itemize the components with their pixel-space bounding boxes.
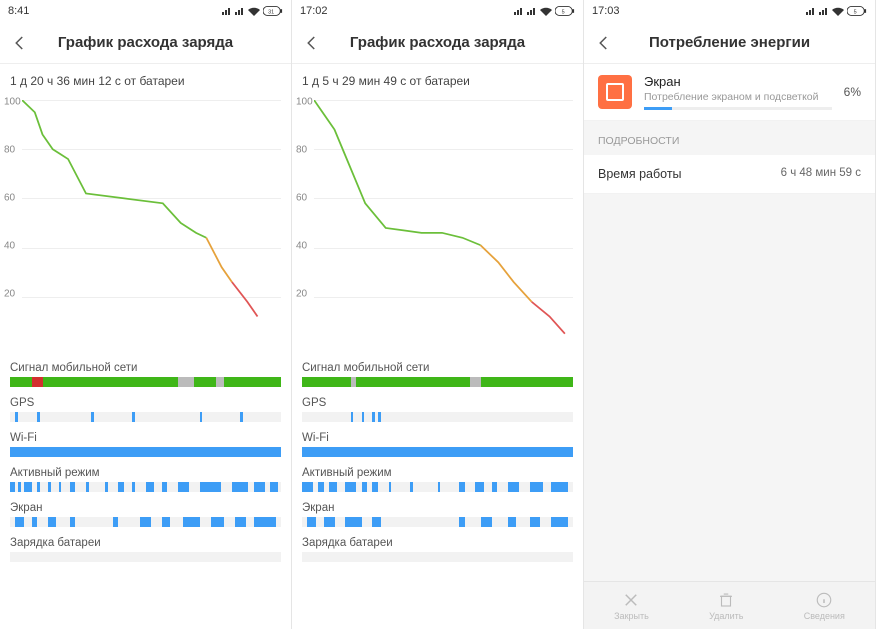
chart-line xyxy=(22,100,278,346)
bar-screen xyxy=(302,517,573,527)
app-percent: 6% xyxy=(844,85,861,99)
label-gps: GPS xyxy=(292,391,583,412)
page-title: График расхода заряда xyxy=(330,34,545,51)
bar-mobile-signal xyxy=(10,377,281,387)
bar-charging xyxy=(302,552,573,562)
label-wifi: Wi-Fi xyxy=(0,426,291,447)
details-header: ПОДРОБНОСТИ xyxy=(584,121,875,155)
status-icons: 5 xyxy=(806,6,867,16)
status-bar: 17:03 5 xyxy=(584,0,875,22)
label-charging: Зарядка батареи xyxy=(292,531,583,552)
svg-text:31: 31 xyxy=(268,9,274,15)
screen-battery-graph-2: 17:02 5 График расхода заряда 1 д 5 ч 29… xyxy=(292,0,584,629)
label-mobile: Сигнал мобильной сети xyxy=(292,356,583,377)
runtime-row: Время работы 6 ч 48 мин 59 с xyxy=(584,155,875,194)
screen-battery-graph-1: 8:41 31 График расхода заряда 1 д 20 ч 3… xyxy=(0,0,292,629)
battery-icon: 5 xyxy=(847,6,867,16)
bar-gps xyxy=(10,412,281,422)
header: График расхода заряда xyxy=(292,22,583,64)
status-icons: 31 xyxy=(222,6,283,16)
back-button[interactable] xyxy=(8,31,32,55)
bottom-action-bar: Закрыть Удалить Сведения xyxy=(584,581,875,629)
delete-button[interactable]: Удалить xyxy=(709,591,743,621)
battery-duration: 1 д 20 ч 36 мин 12 с от батареи xyxy=(0,64,291,94)
info-button[interactable]: Сведения xyxy=(804,591,845,621)
label-wifi: Wi-Fi xyxy=(292,426,583,447)
content: 1 д 20 ч 36 мин 12 с от батареи 100 80 6… xyxy=(0,64,291,629)
content: 1 д 5 ч 29 мин 49 с от батареи 100 80 60… xyxy=(292,64,583,629)
close-icon xyxy=(622,591,640,609)
content: Экран Потребление экраном и подсветкой 6… xyxy=(584,64,875,629)
label-gps: GPS xyxy=(0,391,291,412)
battery-chart: 100 80 60 40 20 xyxy=(0,94,291,356)
page-title: Потребление энергии xyxy=(622,34,837,51)
chevron-left-icon xyxy=(595,34,613,52)
status-icons: 5 xyxy=(514,6,575,16)
status-time: 17:03 xyxy=(592,5,620,17)
chevron-left-icon xyxy=(11,34,29,52)
bar-wifi xyxy=(10,447,281,457)
app-sub: Потребление экраном и подсветкой xyxy=(644,91,832,103)
close-button[interactable]: Закрыть xyxy=(614,591,649,621)
label-charging: Зарядка батареи xyxy=(0,531,291,552)
chart-line xyxy=(314,100,570,346)
header: График расхода заряда xyxy=(0,22,291,64)
battery-icon: 5 xyxy=(555,6,575,16)
bar-mobile-signal xyxy=(302,377,573,387)
bar-gps xyxy=(302,412,573,422)
runtime-value: 6 ч 48 мин 59 с xyxy=(781,167,861,181)
screen-app-icon xyxy=(598,75,632,109)
label-screen: Экран xyxy=(292,496,583,517)
chevron-left-icon xyxy=(303,34,321,52)
bar-active xyxy=(302,482,573,492)
header: Потребление энергии xyxy=(584,22,875,64)
bar-active xyxy=(10,482,281,492)
app-progress xyxy=(644,107,832,110)
battery-duration: 1 д 5 ч 29 мин 49 с от батареи xyxy=(292,64,583,94)
label-screen: Экран xyxy=(0,496,291,517)
label-active: Активный режим xyxy=(292,461,583,482)
status-bar: 8:41 31 xyxy=(0,0,291,22)
page-title: График расхода заряда xyxy=(38,34,253,51)
back-button[interactable] xyxy=(300,31,324,55)
info-icon xyxy=(815,591,833,609)
trash-icon xyxy=(717,591,735,609)
bar-wifi xyxy=(302,447,573,457)
label-active: Активный режим xyxy=(0,461,291,482)
status-time: 17:02 xyxy=(300,5,328,17)
app-consumption-item[interactable]: Экран Потребление экраном и подсветкой 6… xyxy=(584,64,875,121)
battery-icon: 31 xyxy=(263,6,283,16)
status-time: 8:41 xyxy=(8,5,29,17)
battery-chart: 100 80 60 40 20 xyxy=(292,94,583,356)
svg-text:5: 5 xyxy=(562,9,565,15)
label-mobile: Сигнал мобильной сети xyxy=(0,356,291,377)
screen-energy-consumption: 17:03 5 Потребление энергии Экран Потреб… xyxy=(584,0,876,629)
app-name: Экран xyxy=(644,74,832,89)
svg-text:5: 5 xyxy=(854,9,857,15)
bar-screen xyxy=(10,517,281,527)
status-bar: 17:02 5 xyxy=(292,0,583,22)
back-button[interactable] xyxy=(592,31,616,55)
runtime-label: Время работы xyxy=(598,167,682,181)
bar-charging xyxy=(10,552,281,562)
